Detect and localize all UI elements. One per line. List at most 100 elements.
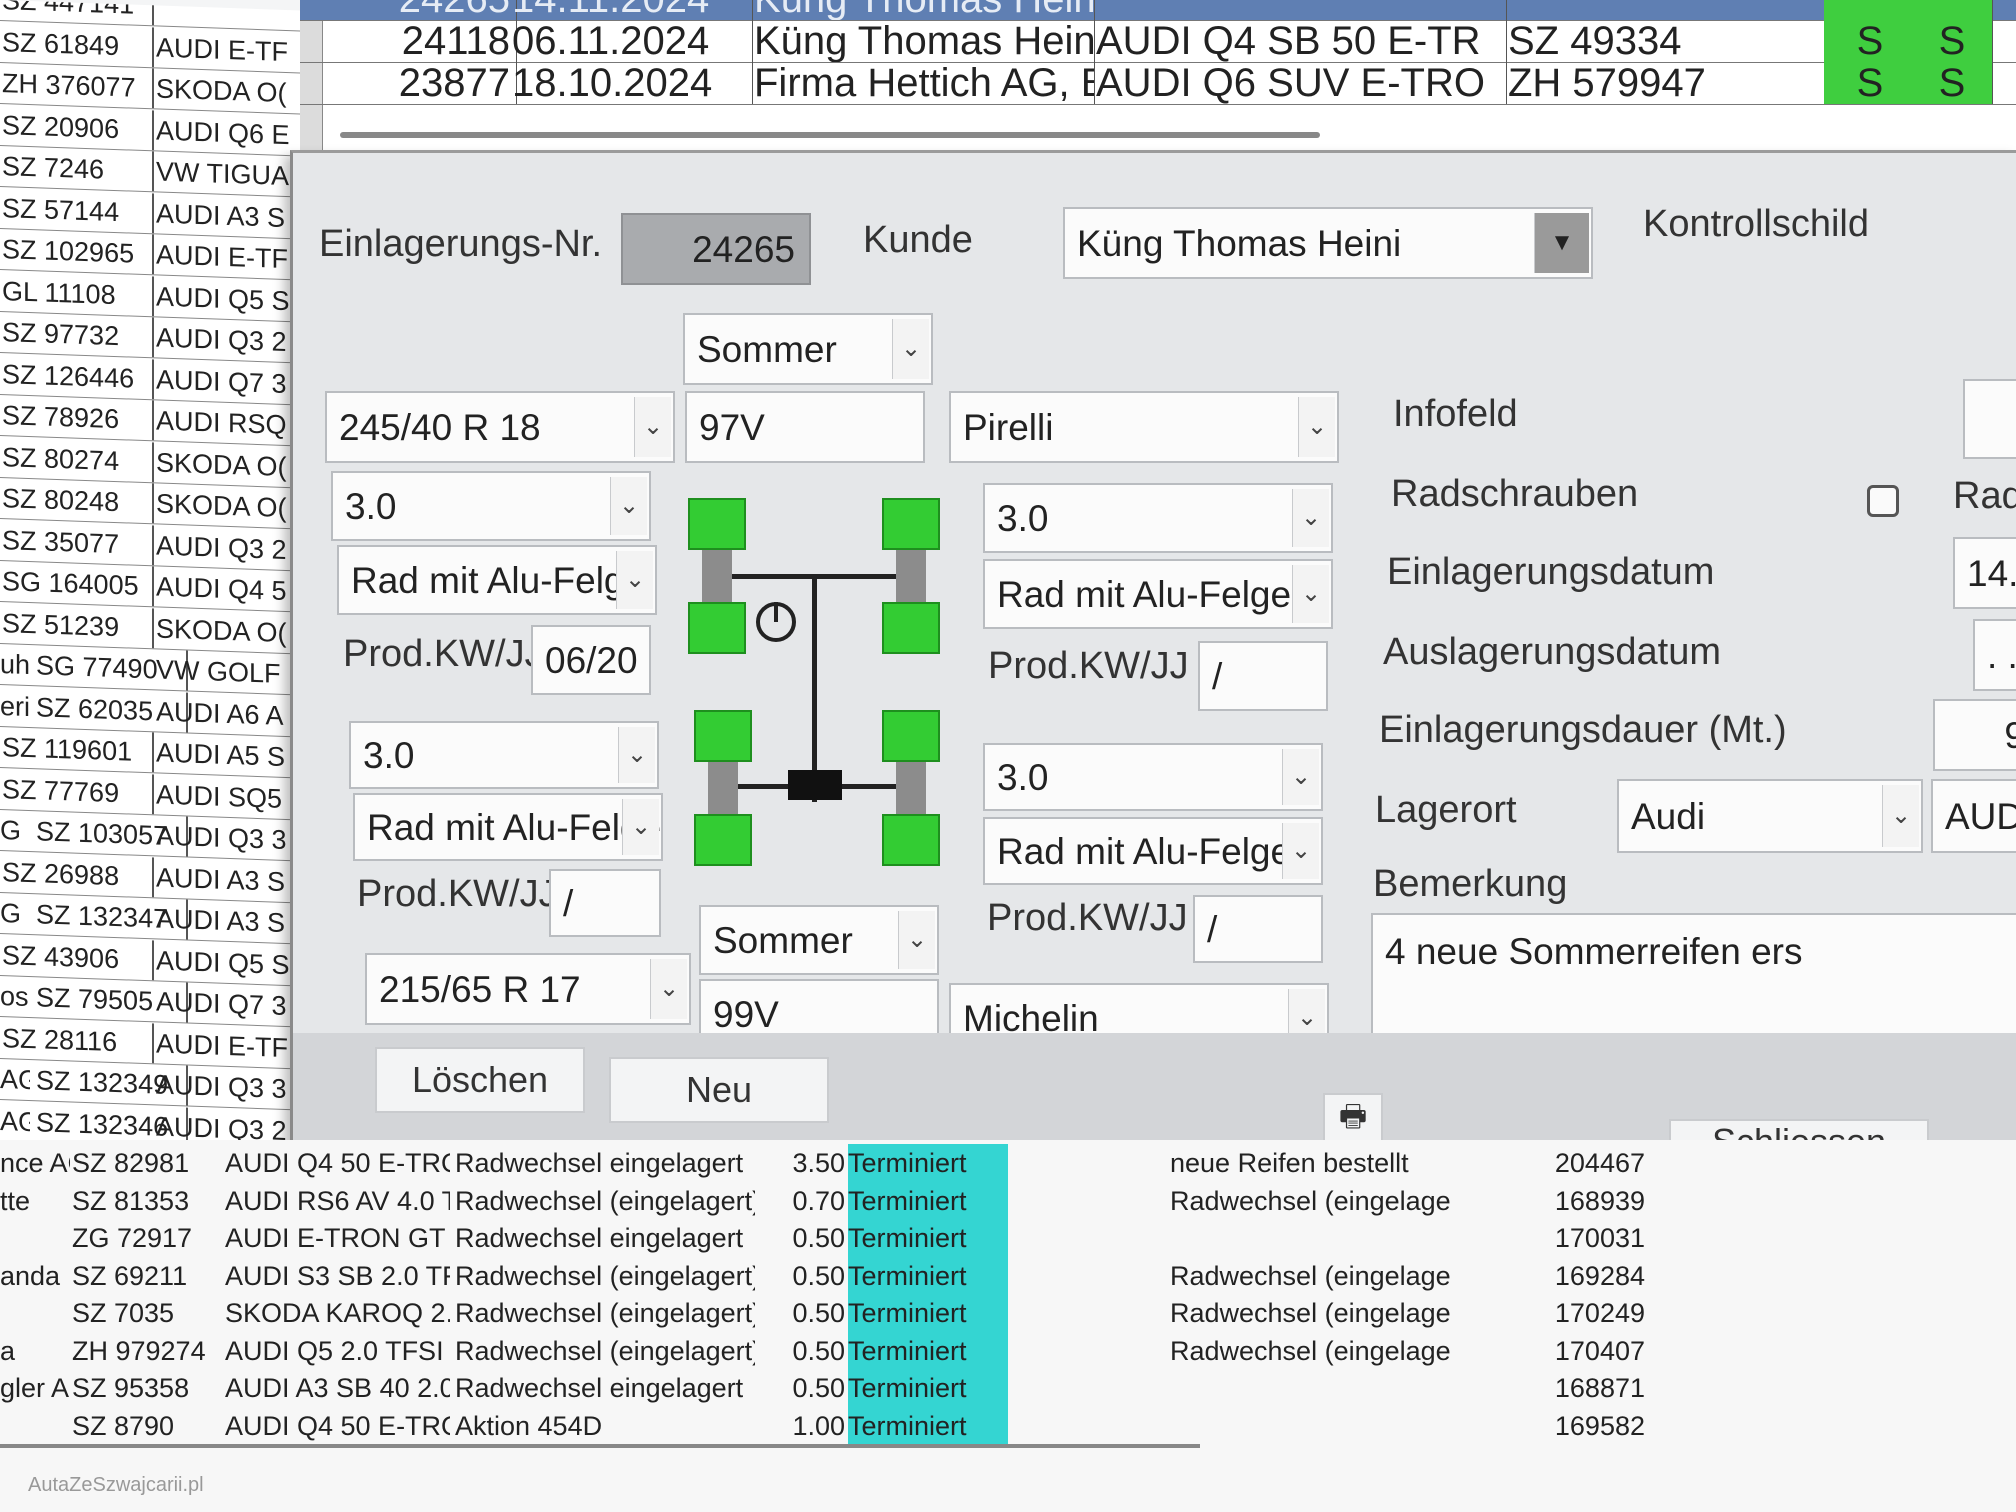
num-cell: 170031 (1554, 1223, 1645, 1253)
rear-size-select[interactable]: 215/65 R 17 ⌄ (365, 953, 691, 1025)
rear-left-prod-field[interactable]: / (549, 869, 661, 937)
chevron-down-icon[interactable]: ⌄ (610, 477, 647, 535)
rear-left-profile-select[interactable]: 3.0 ⌄ (349, 721, 659, 789)
chevron-down-icon[interactable]: ⌄ (616, 551, 653, 609)
status-cell: Radwechsel (eingelagert) (455, 1335, 755, 1366)
wheel-front-left-inner[interactable] (688, 602, 746, 654)
einlagerungs-nr-field[interactable]: 24265 (621, 213, 811, 285)
table-row[interactable]: gler AGSZ 95358 AUDI A3 SB 40 2.0 TRadwec… (0, 1369, 2016, 1407)
front-right-type-select[interactable]: Rad mit Alu-Felge ⌄ (983, 559, 1333, 629)
c0-cell: anda (0, 1260, 61, 1291)
left-vehicle-list: SZ 447141 SZ 61849 AUDI E-TF ZH 376077 SKODA… (0, 0, 300, 1151)
kunde-select[interactable]: Küng Thomas Heini ▼ (1063, 207, 1593, 279)
radschrauben-checkbox[interactable] (1867, 485, 1899, 517)
c0-cell: nce AG (0, 1148, 70, 1178)
front-brand-select[interactable]: Pirelli ⌄ (949, 391, 1339, 463)
name-fragment-cell: uh (0, 649, 30, 681)
auslagerungsdatum-field[interactable]: . . (1973, 619, 2016, 691)
front-left-prod-field[interactable]: 06/20 (531, 625, 651, 695)
infofeld-field[interactable] (1963, 379, 2016, 459)
front-left-profile-value: 3.0 (345, 485, 397, 527)
infofeld-label: Infofeld (1393, 393, 1518, 435)
wheel-rear-left-inner[interactable] (694, 814, 752, 866)
note-cell (1170, 1407, 1480, 1445)
neu-button[interactable]: Neu (609, 1057, 829, 1123)
front-left-profile-select[interactable]: 3.0 ⌄ (331, 471, 651, 541)
wheel-rear-right-inner[interactable] (882, 814, 940, 866)
plate-cell: SZ 77769 (0, 768, 154, 814)
rear-season-select[interactable]: Sommer ⌄ (699, 905, 939, 975)
name-fragment-cell: AG (0, 1105, 30, 1137)
lagerort-select[interactable]: Audi ⌄ (1617, 779, 1923, 853)
wheel-front-left[interactable] (688, 498, 746, 550)
car-cell: AUDI Q5 S (156, 944, 290, 980)
print-icon[interactable]: 🖶 (1323, 1093, 1383, 1145)
einlagerungsdatum-field[interactable]: 14. (1953, 537, 2016, 609)
rear-brand-value: Michelin (963, 997, 1099, 1039)
table-row[interactable]: nce AGSZ 82981 AUDI Q4 50 E-TRONRadwechse… (0, 1144, 2016, 1182)
rear-right-prod-field[interactable]: / (1193, 895, 1323, 963)
chevron-down-icon[interactable]: ⌄ (1292, 565, 1329, 623)
num-cell: 168939 (1554, 1185, 1645, 1216)
car-cell: AUDI Q7 3 (156, 986, 287, 1022)
chevron-down-icon[interactable]: ⌄ (634, 397, 671, 457)
loeschen-button[interactable]: Löschen (375, 1047, 585, 1113)
front-left-type-select[interactable]: Rad mit Alu-Felge ⌄ (337, 545, 657, 615)
kunde-value: Küng Thomas Heini (1077, 222, 1402, 264)
chevron-down-icon[interactable]: ⌄ (1292, 489, 1329, 547)
plate-cell: GL 11108 (0, 270, 154, 316)
table-row[interactable]: andaSZ 69211AUDI S3 SB 2.0 TFSRadwechsel… (0, 1256, 2016, 1295)
chevron-down-icon[interactable]: ⌄ (618, 727, 655, 783)
status-cell: Aktion 454D (455, 1410, 603, 1441)
table-row[interactable]: 2387718.10.2024Firma Hettich AG, BälAUDI… (300, 62, 2016, 105)
rear-right-type-value: Rad mit Alu-Felge (997, 830, 1292, 872)
front-right-prod-field[interactable]: / (1198, 641, 1328, 711)
car-cell: SKODA KAROQ 2.0 (225, 1298, 450, 1328)
table-row[interactable]: SZ 7035 SKODA KAROQ 2.0 Radwechsel (eingel… (0, 1294, 2016, 1332)
front-index-field[interactable]: 97V (685, 391, 925, 463)
rear-right-profile-select[interactable]: 3.0 ⌄ (983, 743, 1323, 811)
front-season-select[interactable]: Sommer ⌄ (683, 313, 933, 385)
plate-cell: SZ 95358 (72, 1373, 190, 1403)
chevron-down-icon[interactable]: ▼ (1534, 213, 1589, 273)
state-cell: Terminiert (848, 1331, 1008, 1370)
plate-cell: SZ 51239 (0, 602, 154, 648)
car-cell: AUDI RS6 AV 4.0 TF (225, 1185, 450, 1216)
wheel-rear-left[interactable] (694, 710, 752, 762)
table-row[interactable]: SZ 8790 AUDI Q4 50 E-TRONAktion 454D 1.00T… (0, 1406, 2016, 1445)
drive-shaft (812, 576, 817, 802)
schild-cell: SZ 49334 (1502, 20, 1829, 62)
table-row[interactable]: tte SZ 81353 AUDI RS6 AV 4.0 TF Radwechsel … (0, 1181, 2016, 1220)
lagerort2-field[interactable]: AUD (1931, 779, 2016, 853)
chevron-down-icon[interactable]: ⌄ (892, 319, 929, 379)
table-row[interactable]: a ZH 979274 AUDI Q5 2.0 TFSI Q Radwechsel (… (0, 1331, 2016, 1370)
table-row[interactable]: 2426514.11.2024Küng Thomas Heini (300, 0, 2016, 21)
chevron-down-icon[interactable]: ⌄ (650, 959, 687, 1019)
num-cell: 170407 (1554, 1335, 1645, 1366)
chevron-down-icon[interactable]: ⌄ (1298, 397, 1335, 457)
strut-front-right (896, 550, 926, 602)
front-size-select[interactable]: 245/40 R 18 ⌄ (325, 391, 675, 463)
chevron-down-icon[interactable]: ⌄ (1282, 749, 1319, 805)
car-cell: AUDI Q3 3 (156, 820, 287, 856)
table-row[interactable]: ZG 72917 AUDI E-TRON GT Q Radwechsel einge… (0, 1219, 2016, 1257)
chevron-down-icon[interactable]: ⌄ (1282, 823, 1319, 879)
car-cell: AUDI A6 A (156, 695, 284, 731)
wheel-rear-right[interactable] (882, 710, 940, 762)
rear-left-type-select[interactable]: Rad mit Alu-Felge ⌄ (353, 793, 663, 861)
table-row[interactable]: 2411806.11.2024Küng Thomas Heini, (AUDI … (300, 20, 2016, 63)
wheel-front-right[interactable] (882, 498, 940, 550)
front-right-profile-select[interactable]: 3.0 ⌄ (983, 483, 1333, 553)
c0-cell (0, 1294, 70, 1332)
state-cell: Terminiert (848, 1294, 1008, 1332)
chevron-down-icon[interactable]: ⌄ (622, 799, 659, 855)
einlagerungs-nr-label: Einlagerungs-Nr. (319, 223, 603, 265)
wheel-front-right-inner[interactable] (882, 602, 940, 654)
car-cell: SKODA O( (156, 446, 287, 482)
bottom-scrollbar[interactable] (0, 1444, 1200, 1448)
rear-right-type-select[interactable]: Rad mit Alu-Felge ⌄ (983, 817, 1323, 885)
horizontal-scrollbar[interactable] (340, 132, 1320, 138)
einlagerungsdauer-field[interactable]: 9 (1933, 699, 2016, 771)
chevron-down-icon[interactable]: ⌄ (1882, 785, 1919, 847)
chevron-down-icon[interactable]: ⌄ (898, 911, 935, 969)
